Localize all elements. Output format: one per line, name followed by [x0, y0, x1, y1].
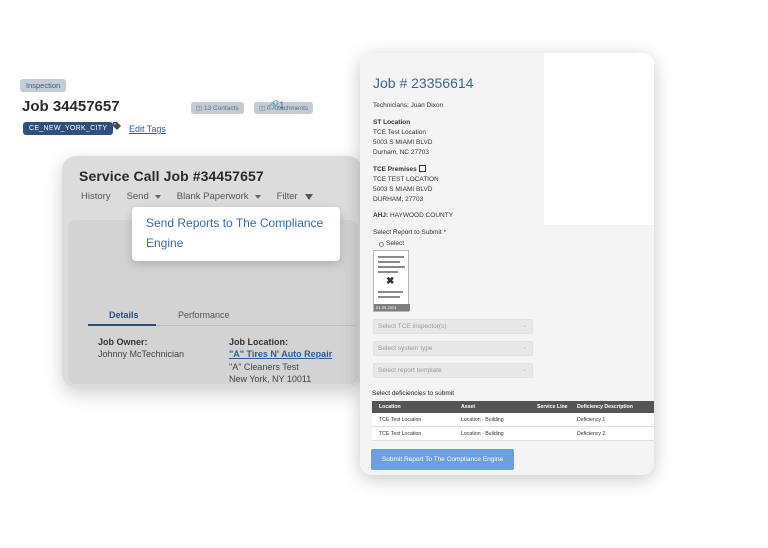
tag-pill: CE_NEW_YORK_CITY	[23, 122, 114, 135]
job-location-line3: New York, NY 10011	[229, 374, 312, 384]
cell-location: TCE Test Location	[379, 416, 422, 423]
ahj-label: AHJ:	[373, 212, 389, 219]
job-owner-label: Job Owner:	[98, 337, 148, 347]
menu-history-label: History	[81, 191, 111, 202]
select-system-placeholder: Select system type	[378, 345, 433, 352]
menu-history[interactable]: History	[81, 191, 111, 202]
job-location-label: Job Location:	[229, 337, 288, 347]
technicians-label: Technicians:	[373, 102, 409, 109]
service-call-menu: History Send Blank Paperwork Filter	[81, 191, 329, 202]
deficiencies-table: Location Asset Service Line Deficiency D…	[372, 401, 654, 441]
contacts-icon: ◫	[196, 105, 204, 112]
tce-premises-block: TCE Premises TCE TEST LOCATION 5003 S MI…	[373, 165, 439, 205]
contacts-chip-label: 13 Contacts	[203, 105, 239, 112]
cell-asset: Location - Building	[461, 416, 504, 423]
chevron-down-icon: ⌄	[521, 367, 527, 373]
st-location-line: TCE Test Location	[373, 129, 426, 136]
table-row[interactable]: TCE Test Location Location - Building De…	[372, 427, 654, 441]
send-reports-menu-item[interactable]: Send Reports to The Compliance Engine	[146, 213, 326, 253]
report-thumbnail[interactable]: ✖ 01-09-2024	[373, 250, 410, 312]
column-header-deficiency: Deficiency Description	[577, 404, 633, 410]
contacts-chip[interactable]: ◫ 13 Contacts	[191, 102, 244, 114]
chevron-down-icon	[254, 194, 261, 199]
cell-location: TCE Test Location	[379, 430, 422, 437]
tce-premises-line: TCE TEST LOCATION	[373, 176, 439, 183]
menu-filter-label: Filter	[276, 191, 298, 202]
submit-report-button[interactable]: Submit Report To The Compliance Engine	[371, 449, 514, 470]
blank-area	[544, 53, 654, 225]
chevron-down-icon: ⌄	[521, 323, 527, 329]
menu-blank-paperwork[interactable]: Blank Paperwork	[177, 191, 261, 202]
cell-deficiency: Deficiency 2	[577, 430, 606, 437]
table-header: Location Asset Service Line Deficiency D…	[372, 401, 654, 413]
menu-filter[interactable]: Filter	[277, 191, 313, 202]
link-icon: 🔗	[268, 100, 280, 110]
job-heading: Job 34457657	[22, 98, 120, 115]
thumb-text-line	[378, 271, 398, 273]
expand-icon: ✖	[386, 276, 395, 287]
job-location-line2: "A" Cleaners Test	[229, 362, 299, 372]
tab-performance[interactable]: Performance	[178, 310, 230, 320]
deficiencies-title: Select deficiencies to submit	[372, 390, 455, 397]
job-owner-value: Johnny McTechnician	[98, 349, 185, 359]
attachment-icon: ◫	[259, 105, 267, 112]
select-radio-label: Select	[386, 240, 405, 247]
technicians-value: Juan Dixon	[410, 102, 444, 109]
thumb-text-line	[378, 291, 403, 293]
thumb-caption: 01-09-2024	[374, 304, 410, 311]
technicians-row: Technicians: Juan Dixon	[373, 101, 443, 111]
tab-active-indicator	[88, 324, 156, 326]
chevron-down-icon	[154, 194, 161, 199]
job-detail-card: Job # 23356614 Technicians: Juan Dixon S…	[360, 53, 654, 475]
select-template-dropdown[interactable]: Select report template ⌄	[373, 363, 533, 378]
menu-blank-paperwork-label: Blank Paperwork	[176, 191, 249, 202]
st-location-line: Durham, NC 27703	[373, 149, 429, 156]
select-system-dropdown[interactable]: Select system type ⌄	[373, 341, 533, 356]
thumb-text-line	[378, 256, 404, 258]
column-header-service-line: Service Line	[537, 404, 568, 410]
inspection-badge: Inspection	[20, 79, 67, 92]
job-location-link[interactable]: "A" Tires N' Auto Repair	[229, 349, 332, 359]
table-row[interactable]: TCE Test Location Location - Building De…	[372, 413, 654, 427]
send-dropdown-menu: Send Reports to The Compliance Engine	[132, 207, 340, 261]
tag-icon	[113, 122, 121, 130]
filter-icon	[304, 193, 313, 200]
st-location-label: ST Location	[373, 119, 411, 126]
link-count[interactable]: 🔗1	[268, 100, 284, 111]
menu-send-label: Send	[126, 191, 149, 202]
thumb-text-line	[378, 296, 400, 298]
thumb-text-line	[378, 266, 405, 268]
tce-premises-label: TCE Premises	[373, 166, 417, 173]
thumb-text-line	[378, 261, 400, 263]
menu-send[interactable]: Send	[127, 191, 161, 202]
st-location-block: ST Location TCE Test Location 5003 S MIA…	[373, 118, 433, 158]
edit-tags-link[interactable]: Edit Tags	[129, 124, 166, 134]
column-header-location: Location	[379, 404, 401, 410]
select-inspector-placeholder: Select TCE inspector(s)	[378, 323, 447, 330]
select-inspector-dropdown[interactable]: Select TCE inspector(s) ⌄	[373, 319, 533, 334]
tce-premises-line: DURHAM, 27703	[373, 196, 424, 203]
link-count-label: 1	[279, 100, 285, 110]
ahj-row: AHJ: HAYWOOD COUNTY	[373, 211, 453, 221]
job-title: Job # 23356614	[373, 75, 474, 91]
tab-details[interactable]: Details	[109, 310, 139, 320]
service-call-title: Service Call Job #34457657	[79, 168, 264, 184]
cell-asset: Location - Building	[461, 430, 504, 437]
select-radio[interactable]	[379, 242, 384, 247]
stage: Service Call Job #34457657 History Send …	[0, 0, 768, 548]
select-report-label: Select Report to Submit *	[373, 229, 446, 236]
tce-premises-line: 5003 S MIAMI BLVD	[373, 186, 433, 193]
column-header-asset: Asset	[461, 404, 476, 410]
st-location-line: 5003 S MIAMI BLVD	[373, 139, 433, 146]
cell-deficiency: Deficiency 1	[577, 416, 606, 423]
ahj-value: HAYWOOD COUNTY	[389, 212, 454, 219]
select-template-placeholder: Select report template	[378, 367, 442, 374]
edit-icon[interactable]	[418, 165, 426, 172]
chevron-down-icon: ⌄	[521, 345, 527, 351]
